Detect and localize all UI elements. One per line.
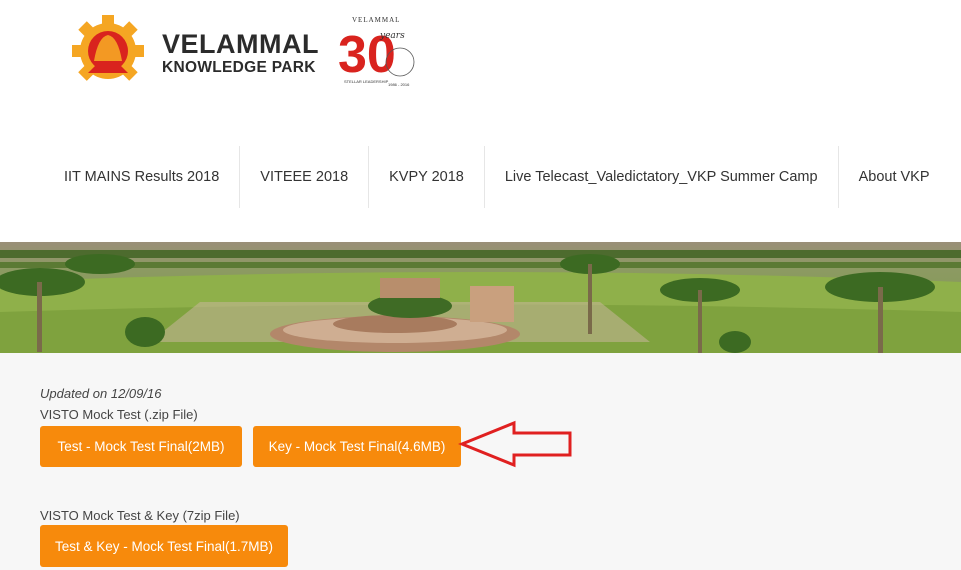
site-header: VELAMMAL KNOWLEDGE PARK VELAMMAL 30 year… bbox=[0, 0, 961, 120]
nav-item-kvpy[interactable]: KVPY 2018 bbox=[369, 146, 485, 208]
key-mock-download-button[interactable]: Key - Mock Test Final(4.6MB) bbox=[253, 426, 461, 467]
logo-line2: KNOWLEDGE PARK bbox=[162, 59, 316, 76]
test-mock-download-button[interactable]: Test - Mock Test Final(2MB) bbox=[40, 426, 242, 467]
test-key-mock-download-button[interactable]: Test & Key - Mock Test Final(1.7MB) bbox=[40, 525, 288, 567]
logo-text[interactable]: VELAMMAL KNOWLEDGE PARK bbox=[162, 30, 319, 77]
30-years-emblem: VELAMMAL 30 years STELLAR LEADERSHIP 198… bbox=[338, 16, 415, 87]
updated-date: Updated on 12/09/16 bbox=[40, 386, 162, 401]
nav-item-live-telecast[interactable]: Live Telecast_Valedictatory_VKP Summer C… bbox=[485, 146, 839, 208]
logo-line1: VELAMMAL bbox=[162, 29, 319, 59]
svg-text:1986 - 2016: 1986 - 2016 bbox=[388, 82, 410, 87]
svg-text:years: years bbox=[379, 31, 405, 41]
main-nav: IIT MAINS Results 2018 VITEEE 2018 KVPY … bbox=[44, 146, 950, 208]
svg-text:VELAMMAL: VELAMMAL bbox=[352, 16, 400, 24]
velammal-logo-icon[interactable] bbox=[64, 15, 152, 85]
section2-label: VISTO Mock Test & Key (7zip File) bbox=[40, 508, 240, 523]
nav-item-iit-mains[interactable]: IIT MAINS Results 2018 bbox=[44, 146, 241, 208]
section1-label: VISTO Mock Test (.zip File) bbox=[40, 407, 198, 422]
svg-text:STELLAR LEADERSHIP: STELLAR LEADERSHIP bbox=[344, 79, 389, 84]
nav-item-about-vkp[interactable]: About VKP bbox=[839, 146, 950, 208]
campus-banner-image bbox=[0, 242, 961, 353]
red-pointer-arrow-icon bbox=[458, 420, 572, 468]
nav-item-viteee[interactable]: VITEEE 2018 bbox=[240, 146, 370, 208]
